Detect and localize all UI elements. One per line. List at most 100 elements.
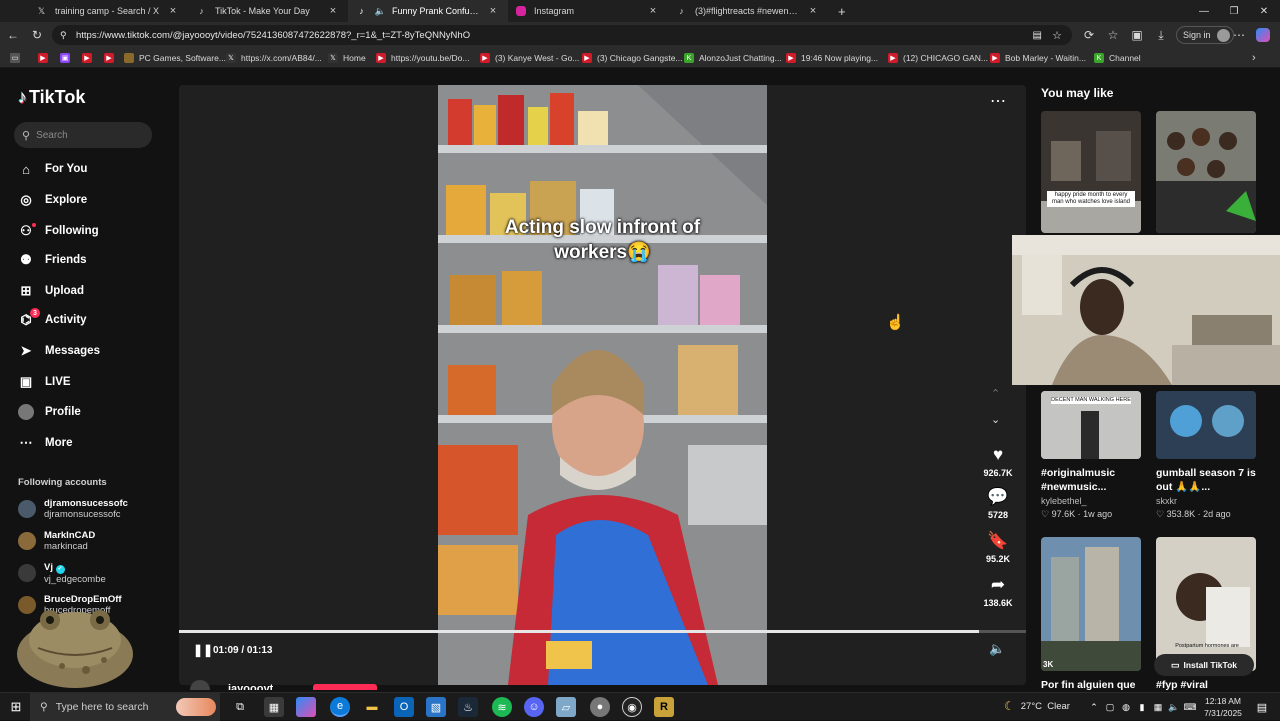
steam-icon[interactable]: ♨ bbox=[458, 697, 478, 717]
volume-icon[interactable]: 🔈 bbox=[989, 641, 1005, 657]
browser-tab[interactable]: ♪ TikTok - Make Your Day × bbox=[188, 0, 348, 22]
recommended-card[interactable]: gumball season 7 is out 🙏🙏... skxkr ♡ 35… bbox=[1156, 391, 1256, 520]
edge-icon[interactable]: e bbox=[330, 697, 350, 717]
extensions-icon[interactable]: ⟳ bbox=[1080, 26, 1098, 44]
recommended-card[interactable]: DECENT MAN WALKING HERE #originalmusic #… bbox=[1041, 391, 1141, 520]
recommended-card[interactable] bbox=[1156, 111, 1256, 233]
windows-start-icon[interactable]: ⊞ bbox=[6, 697, 26, 717]
install-tiktok-button[interactable]: ▭ Install TikTok bbox=[1154, 654, 1254, 676]
nav-messages[interactable]: ➤ Messages bbox=[18, 340, 100, 362]
youtube-bookmark-icon[interactable]: ▶ bbox=[82, 51, 97, 65]
close-tab-icon[interactable]: × bbox=[486, 5, 500, 17]
weather-widget[interactable]: ☾ 27°C Clear bbox=[1004, 699, 1070, 713]
site-info-icon[interactable]: ⚲ bbox=[60, 30, 67, 41]
bookmark-item[interactable]: 𝕏 Home bbox=[328, 51, 366, 65]
close-tab-icon[interactable]: × bbox=[166, 5, 180, 17]
url-field[interactable]: ⚲ https://www.tiktok.com/@jayoooyt/video… bbox=[52, 25, 1072, 45]
following-account[interactable]: Vj ✓ vj_edgecombe bbox=[18, 559, 106, 587]
notifications-icon[interactable]: ▤ bbox=[1252, 697, 1272, 717]
speaker-icon[interactable]: 🔈 bbox=[375, 6, 386, 17]
bookmark-item[interactable]: 𝕏https://x.com/AB84/... bbox=[226, 51, 322, 65]
spotify-icon[interactable]: ≋ bbox=[492, 697, 512, 717]
previous-video-icon[interactable]: ⌃ bbox=[991, 387, 1000, 400]
bookmark-item[interactable]: ▶ (3) Chicago Gangste... bbox=[582, 51, 683, 65]
browser-tab[interactable]: Instagram × bbox=[508, 0, 668, 22]
share-button[interactable]: ➦ 138.6K bbox=[980, 574, 1016, 608]
app-icon[interactable]: ● bbox=[590, 697, 610, 717]
reader-icon[interactable]: ▤ bbox=[1033, 30, 1042, 41]
nav-more[interactable]: ⋯ More bbox=[18, 432, 73, 454]
nav-upload[interactable]: ⊞ Upload bbox=[18, 280, 84, 302]
search-input[interactable]: Search bbox=[36, 130, 68, 141]
comment-button[interactable]: 💬 5728 bbox=[980, 486, 1016, 520]
collections-icon[interactable]: ▣ bbox=[1128, 26, 1146, 44]
menu-dots-icon[interactable]: ⋯ bbox=[1230, 26, 1248, 44]
copilot-icon[interactable] bbox=[296, 697, 316, 717]
progress-track[interactable] bbox=[179, 630, 1026, 633]
recommended-card[interactable]: 3K Por fin alguien que bbox=[1041, 537, 1141, 692]
follow-button[interactable] bbox=[313, 684, 377, 690]
bookmark-item[interactable]: ▶ Bob Marley - Waitin... bbox=[990, 51, 1086, 65]
browser-tab[interactable]: ♪ (3)#flightreacts #newenglandpat × bbox=[668, 0, 828, 22]
obs-icon[interactable]: ◉ bbox=[622, 697, 642, 717]
nav-friends[interactable]: ⚉ Friends bbox=[18, 249, 86, 271]
bookmark-item[interactable]: K AlonzoJust Chatting... bbox=[684, 51, 782, 65]
bookmarks-overflow-icon[interactable]: › bbox=[1252, 51, 1256, 65]
download-icon[interactable]: ⤓ bbox=[1152, 26, 1170, 44]
app-icon[interactable]: ▱ bbox=[556, 697, 576, 717]
nav-for-you[interactable]: ⌂ For You bbox=[18, 158, 87, 180]
video-player[interactable]: Acting slow infront of workers😭 ⋯ ⌃ ⌄ ☝ … bbox=[179, 85, 1026, 685]
nav-profile[interactable]: Profile bbox=[18, 401, 81, 423]
discord-icon[interactable]: ☺ bbox=[524, 697, 544, 717]
store-icon[interactable]: ▦ bbox=[264, 697, 284, 717]
close-window-icon[interactable]: ✕ bbox=[1248, 0, 1280, 22]
bookmark-item[interactable]: ▶ (3) Kanye West - Go... bbox=[480, 51, 579, 65]
outlook-icon[interactable]: O bbox=[394, 697, 414, 717]
favorites-icon[interactable]: ☆ bbox=[1104, 26, 1122, 44]
photos-icon[interactable]: ▧ bbox=[426, 697, 446, 717]
file-explorer-icon[interactable]: ▬ bbox=[362, 697, 382, 717]
youtube-bookmark-icon[interactable]: ▶ bbox=[38, 51, 53, 65]
close-tab-icon[interactable]: × bbox=[806, 5, 820, 17]
close-tab-icon[interactable]: × bbox=[646, 5, 660, 17]
sign-in-button[interactable]: Sign in bbox=[1176, 26, 1234, 44]
refresh-icon[interactable]: ↻ bbox=[28, 26, 46, 44]
nav-activity[interactable]: ⌬ Activity 3 bbox=[18, 308, 87, 331]
save-button[interactable]: 🔖 95.2K bbox=[980, 530, 1016, 564]
roblox-icon[interactable]: R bbox=[654, 697, 674, 717]
following-account[interactable]: djramonsucessofc djramonsucessofc bbox=[18, 495, 128, 523]
like-button[interactable]: ♥ 926.7K bbox=[980, 444, 1016, 478]
author-name[interactable]: jayoooyt bbox=[228, 680, 273, 690]
tiktok-logo[interactable]: ♪ TikTok bbox=[18, 86, 85, 108]
youtube-bookmark-icon[interactable]: ▶ bbox=[104, 51, 119, 65]
bookmark-item[interactable]: ▶ 19:46 Now playing... bbox=[786, 51, 878, 65]
new-tab-button[interactable]: + bbox=[830, 0, 850, 22]
next-video-icon[interactable]: ⌄ bbox=[991, 413, 1000, 426]
bookmark-item[interactable]: K Channel bbox=[1094, 51, 1141, 65]
nav-explore[interactable]: ◎ Explore bbox=[18, 189, 87, 211]
pause-icon[interactable]: ❚❚ bbox=[193, 643, 213, 657]
task-view-icon[interactable]: ⧉ bbox=[230, 697, 250, 717]
bookmark-item[interactable]: ▶ (12) CHICAGO GAN... bbox=[888, 51, 988, 65]
taskbar-search[interactable]: ⚲ Type here to search bbox=[30, 693, 220, 721]
favorite-star-icon[interactable]: ☆ bbox=[1052, 29, 1062, 42]
nav-following[interactable]: ⚇ Following bbox=[18, 220, 99, 242]
back-icon[interactable]: ← bbox=[4, 26, 22, 44]
browser-tab[interactable]: 𝕏 training camp - Search / X × bbox=[28, 0, 188, 22]
language-icon[interactable]: ⌨ bbox=[1180, 697, 1200, 717]
more-options-icon[interactable]: ⋯ bbox=[990, 91, 1006, 111]
recommended-card[interactable]: happy pride month to every man who watch… bbox=[1041, 111, 1141, 233]
restore-icon[interactable]: ❐ bbox=[1218, 0, 1250, 22]
copilot-icon[interactable] bbox=[1256, 28, 1270, 42]
bookmark-item[interactable]: ▶ https://youtu.be/Do... bbox=[376, 51, 469, 65]
browser-tab-active[interactable]: ♪ 🔈 Funny Prank Confusing Gro × bbox=[348, 0, 508, 22]
following-account[interactable]: MarkInCAD markincad bbox=[18, 527, 95, 555]
clock[interactable]: 12:18 AM 7/31/2025 bbox=[1200, 695, 1246, 719]
twitch-bookmark-icon[interactable]: ▣ bbox=[60, 51, 75, 65]
bookmark-icon[interactable]: ▭ bbox=[10, 51, 25, 65]
minimize-icon[interactable]: — bbox=[1188, 0, 1220, 22]
close-tab-icon[interactable]: × bbox=[326, 5, 340, 17]
search-box[interactable]: ⚲ Search bbox=[14, 122, 152, 148]
nav-live[interactable]: ▣ LIVE bbox=[18, 371, 71, 393]
bookmark-item[interactable]: PC Games, Software... bbox=[124, 51, 226, 65]
